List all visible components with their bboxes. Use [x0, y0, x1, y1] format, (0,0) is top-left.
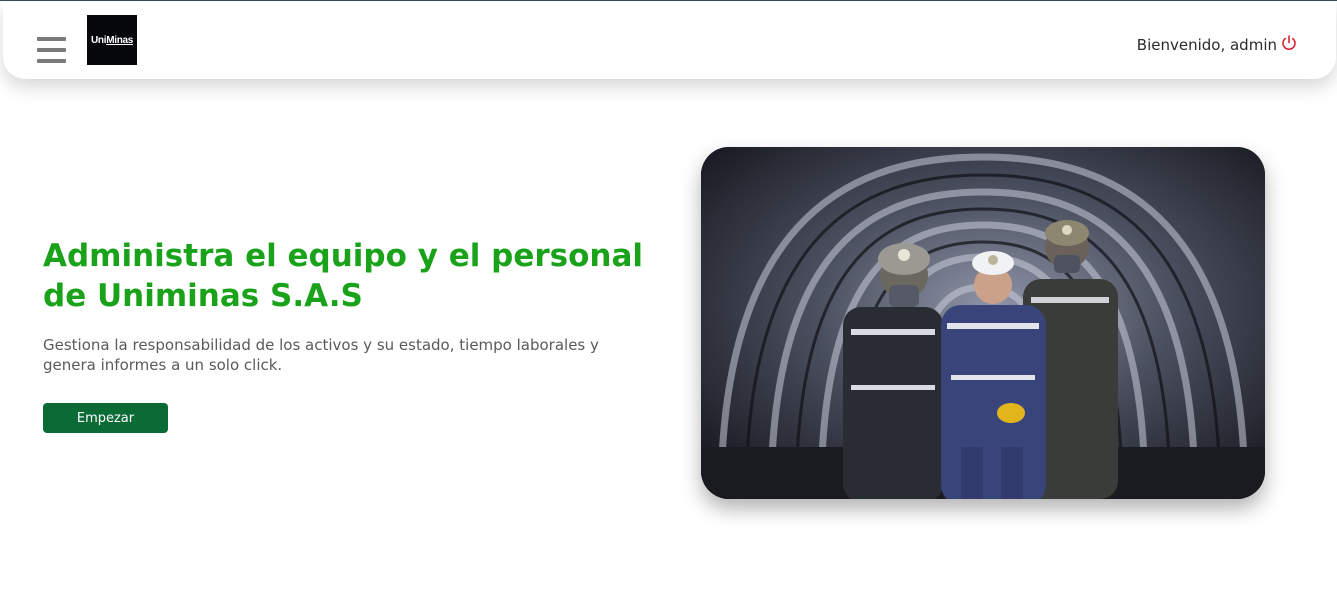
hamburger-menu-icon[interactable]: [37, 37, 67, 63]
power-icon[interactable]: [1280, 34, 1298, 52]
top-border: [0, 0, 1337, 1]
photo-illustration: [701, 147, 1265, 499]
uniminas-logo[interactable]: UniMinas: [87, 15, 137, 65]
welcome-text: Bienvenido, admin: [1136, 36, 1277, 54]
logo-text: UniMinas: [90, 34, 134, 46]
hero-title: Administra el equipo y el personal de Un…: [43, 238, 644, 314]
miners-tunnel-photo: [701, 147, 1265, 499]
hero-subtitle: Gestiona la responsabilidad de los activ…: [43, 336, 599, 374]
start-button[interactable]: Empezar: [43, 403, 168, 433]
navbar: UniMinas Bienvenido, admin: [3, 2, 1336, 79]
